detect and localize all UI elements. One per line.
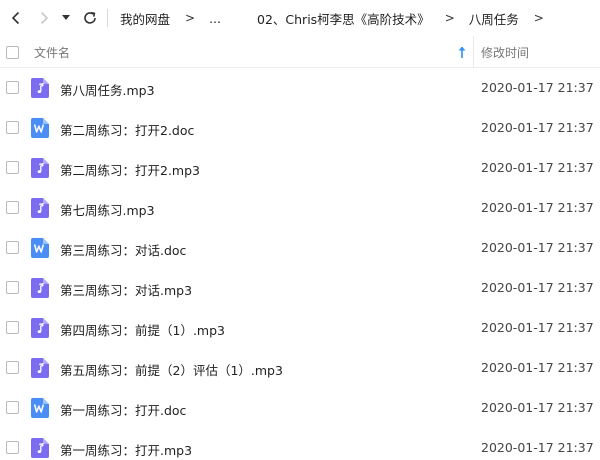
breadcrumb: 我的网盘 > ... 02、Chris柯李思《高阶技术》 > 八周任务 >	[120, 0, 558, 36]
file-modified-time: 2020-01-17 21:37	[481, 120, 594, 135]
file-modified-time: 2020-01-17 21:37	[481, 360, 594, 375]
audio-file-icon	[31, 198, 49, 218]
row-checkbox[interactable]	[6, 281, 19, 294]
file-modified-time: 2020-01-17 21:37	[481, 80, 594, 95]
file-row[interactable]: 第二周练习：打开2.doc 2020-01-17 21:37	[0, 108, 600, 148]
row-checkbox[interactable]	[6, 361, 19, 374]
file-modified-time: 2020-01-17 21:37	[481, 280, 594, 295]
file-list-header: 文件名 修改时间	[0, 36, 600, 68]
caret-down-icon	[62, 15, 70, 20]
toolbar-divider	[107, 9, 108, 27]
row-checkbox[interactable]	[6, 401, 19, 414]
breadcrumb-folder-course[interactable]: 02、Chris柯李思《高阶技术》	[257, 9, 430, 28]
audio-file-icon	[31, 278, 49, 298]
sort-ascending-arrow-icon[interactable]	[456, 45, 468, 59]
file-modified-time: 2020-01-17 21:37	[481, 160, 594, 175]
row-checkbox[interactable]	[6, 201, 19, 214]
file-modified-time: 2020-01-17 21:37	[481, 320, 594, 335]
row-checkbox[interactable]	[6, 441, 19, 454]
word-document-icon	[31, 118, 49, 138]
audio-file-icon	[31, 318, 49, 338]
file-name[interactable]: 第八周任务.mp3	[60, 80, 155, 99]
breadcrumb-ellipsis[interactable]: ...	[209, 11, 221, 26]
word-document-icon	[31, 238, 49, 258]
file-name[interactable]: 第三周练习：对话.mp3	[60, 280, 192, 299]
toolbar: 我的网盘 > ... 02、Chris柯李思《高阶技术》 > 八周任务 >	[0, 0, 600, 36]
file-name[interactable]: 第一周练习：打开.doc	[60, 400, 186, 419]
audio-file-icon	[31, 78, 49, 98]
back-button[interactable]	[4, 6, 28, 30]
chevron-right-icon	[40, 11, 49, 25]
column-header-modified-time[interactable]: 修改时间	[481, 44, 529, 61]
row-checkbox[interactable]	[6, 241, 19, 254]
word-document-icon	[31, 398, 49, 418]
breadcrumb-root[interactable]: 我的网盘	[120, 9, 170, 28]
audio-file-icon	[31, 358, 49, 378]
file-name[interactable]: 第一周练习：打开.mp3	[60, 440, 192, 459]
file-name[interactable]: 第三周练习：对话.doc	[60, 240, 186, 259]
file-row[interactable]: 第三周练习：对话.mp3 2020-01-17 21:37	[0, 268, 600, 308]
file-row[interactable]: 第四周练习：前提（1）.mp3 2020-01-17 21:37	[0, 308, 600, 348]
row-checkbox[interactable]	[6, 121, 19, 134]
file-name[interactable]: 第二周练习：打开2.mp3	[60, 160, 200, 179]
breadcrumb-trailing-separator[interactable]: >	[534, 11, 544, 25]
file-name[interactable]: 第二周练习：打开2.doc	[60, 120, 194, 139]
audio-file-icon	[31, 158, 49, 178]
file-row[interactable]: 第七周练习.mp3 2020-01-17 21:37	[0, 188, 600, 228]
audio-file-icon	[31, 438, 49, 458]
file-row[interactable]: 第一周练习：打开.doc 2020-01-17 21:37	[0, 388, 600, 428]
file-row[interactable]: 第二周练习：打开2.mp3 2020-01-17 21:37	[0, 148, 600, 188]
refresh-icon	[84, 11, 96, 24]
refresh-button[interactable]	[78, 6, 102, 30]
forward-button[interactable]	[32, 6, 56, 30]
file-name[interactable]: 第七周练习.mp3	[60, 200, 155, 219]
column-divider[interactable]	[473, 36, 474, 68]
chevron-left-icon	[11, 11, 20, 25]
select-all-checkbox[interactable]	[6, 46, 19, 59]
file-row[interactable]: 第五周练习：前提（2）评估（1）.mp3 2020-01-17 21:37	[0, 348, 600, 388]
history-dropdown-button[interactable]	[58, 6, 74, 30]
file-name[interactable]: 第四周练习：前提（1）.mp3	[60, 320, 225, 339]
file-modified-time: 2020-01-17 21:37	[481, 200, 594, 215]
row-checkbox[interactable]	[6, 161, 19, 174]
row-checkbox[interactable]	[6, 321, 19, 334]
file-modified-time: 2020-01-17 21:37	[481, 240, 594, 255]
file-name[interactable]: 第五周练习：前提（2）评估（1）.mp3	[60, 360, 283, 379]
file-modified-time: 2020-01-17 21:37	[481, 440, 594, 455]
file-modified-time: 2020-01-17 21:37	[481, 400, 594, 415]
row-checkbox[interactable]	[6, 81, 19, 94]
breadcrumb-current-folder[interactable]: 八周任务	[469, 9, 519, 28]
breadcrumb-separator: >	[444, 11, 455, 25]
file-row[interactable]: 第八周任务.mp3 2020-01-17 21:37	[0, 68, 600, 108]
column-header-filename[interactable]: 文件名	[34, 44, 70, 61]
breadcrumb-separator: >	[185, 11, 196, 25]
file-row[interactable]: 第一周练习：打开.mp3 2020-01-17 21:37	[0, 428, 600, 460]
file-row[interactable]: 第三周练习：对话.doc 2020-01-17 21:37	[0, 228, 600, 268]
